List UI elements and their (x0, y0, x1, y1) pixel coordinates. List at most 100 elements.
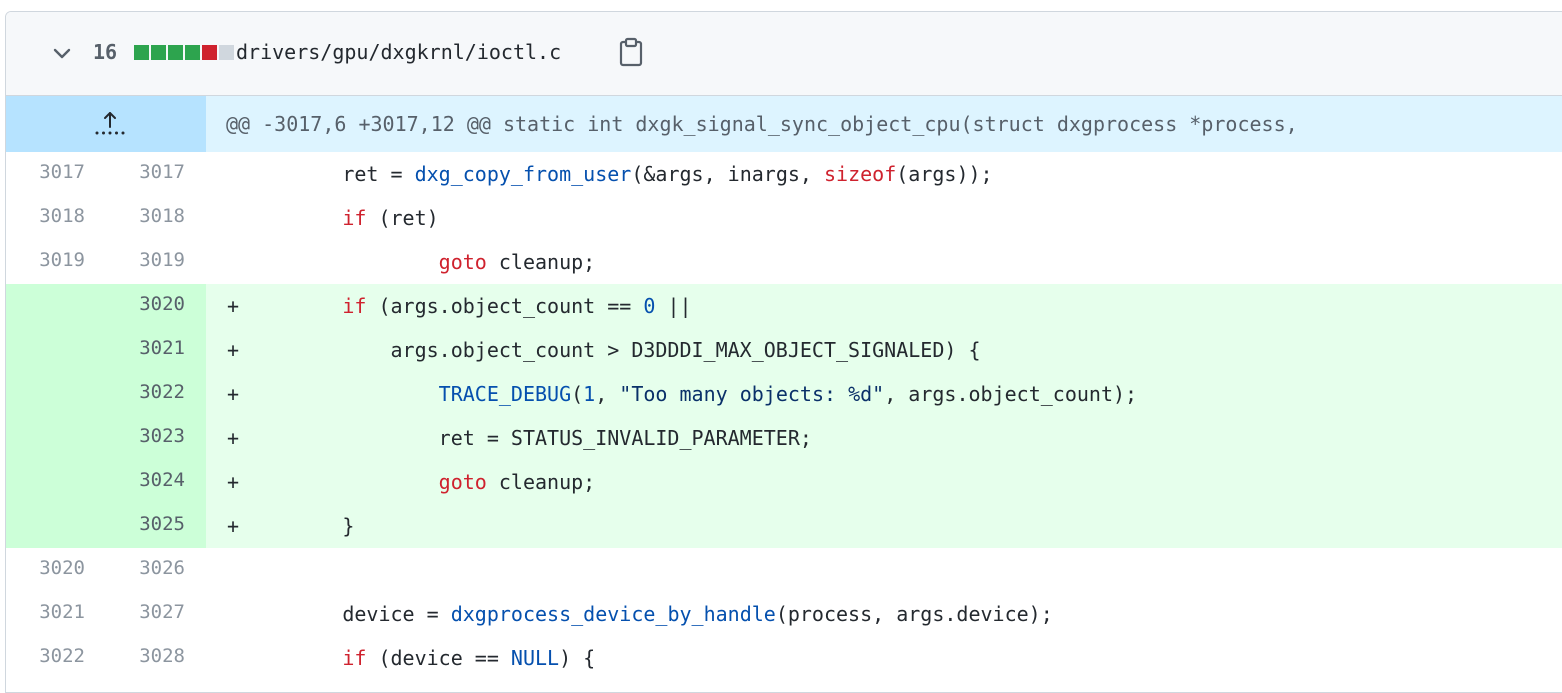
context-line: 3022 3028 if (device == NULL) { (6, 636, 1562, 680)
diffstat-block-add (134, 45, 149, 60)
new-line-number[interactable]: 3024 (106, 460, 206, 504)
diff-marker: + (226, 338, 240, 362)
context-line: 3017 3017 ret = dxg_copy_from_user(&args,… (6, 152, 1562, 196)
code-token: 0 (643, 294, 656, 318)
new-line-number[interactable]: 3026 (106, 548, 206, 592)
old-line-number[interactable]: 3019 (6, 240, 106, 284)
code-content: ret = STATUS_INVALID_PARAMETER; (246, 416, 1562, 460)
old-line-number[interactable] (6, 328, 106, 372)
copy-path-icon[interactable] (616, 36, 646, 68)
code-content: if (device == NULL) { (246, 636, 1562, 680)
code-token: ( (571, 382, 584, 406)
old-line-number[interactable] (6, 416, 106, 460)
code-token: args.object_count > D3DDDI_MAX_OBJECT_SI… (246, 338, 981, 362)
diff-marker: + (226, 294, 240, 318)
code-token: "Too many objects: %d" (619, 382, 885, 406)
added-line: 3020 + if (args.object_count == 0 || (6, 284, 1562, 328)
code-token: dxgprocess_device_by_handle (450, 602, 776, 626)
code-token: } (246, 514, 355, 538)
diffstat-block-add (185, 45, 200, 60)
diff-marker (206, 240, 246, 284)
old-line-number[interactable]: 3017 (6, 152, 106, 196)
new-line-number[interactable]: 3017 (106, 152, 206, 196)
code-token: (args)); (896, 162, 993, 186)
code-token: device = (246, 602, 451, 626)
code-token: 1 (583, 382, 596, 406)
added-line: 3021 + args.object_count > D3DDDI_MAX_OBJ… (6, 328, 1562, 372)
code-token: (device == (366, 646, 511, 670)
code-token: cleanup; (486, 470, 596, 494)
code-token: if (342, 294, 367, 318)
context-line: 3019 3019 goto cleanup; (6, 240, 1562, 284)
code-token: sizeof (823, 162, 897, 186)
code-content: TRACE_DEBUG(1, "Too many objects: %d", a… (246, 372, 1562, 416)
added-line: 3023 + ret = STATUS_INVALID_PARAMETER; (6, 416, 1562, 460)
code-token: if (342, 646, 367, 670)
file-header: 16 drivers/gpu/dxgkrnl/ioctl.c (6, 12, 1562, 96)
code-token: ret = STATUS_INVALID_PARAMETER; (246, 426, 812, 450)
collapse-chevron-icon[interactable] (50, 42, 74, 66)
added-line: 3024 + goto cleanup; (6, 460, 1562, 504)
added-line: 3025 + } (6, 504, 1562, 548)
diffstat-block-add (151, 45, 166, 60)
diffstat-block-add (168, 45, 183, 60)
change-count: 16 (93, 40, 118, 64)
context-line: 3020 3026 (6, 548, 1562, 592)
code-token: || (655, 294, 692, 318)
code-token: ) { (559, 646, 596, 670)
code-content: if (args.object_count == 0 || (246, 284, 1562, 328)
new-line-number[interactable]: 3020 (106, 284, 206, 328)
new-line-number[interactable]: 3028 (106, 636, 206, 680)
hunk-header: @@ -3017,6 +3017,12 @@ static int dxgk_s… (226, 112, 1298, 136)
code-lines: 3017 3017 ret = dxg_copy_from_user(&args,… (6, 152, 1562, 680)
code-content: ret = dxg_copy_from_user(&args, inargs, … (246, 152, 1562, 196)
diff-marker: + (226, 382, 240, 406)
context-line: 3021 3027 device = dxgprocess_device_by_h… (6, 592, 1562, 636)
code-content: goto cleanup; (246, 460, 1562, 504)
diff-marker (206, 636, 246, 680)
old-line-number[interactable]: 3022 (6, 636, 106, 680)
code-token: cleanup; (486, 250, 596, 274)
old-line-number[interactable] (6, 460, 106, 504)
code-token: goto (438, 250, 487, 274)
old-line-number[interactable] (6, 284, 106, 328)
new-line-number[interactable]: 3027 (106, 592, 206, 636)
code-token: (ret) (366, 206, 439, 230)
code-token: , (595, 382, 620, 406)
diff-marker (206, 548, 246, 592)
file-path[interactable]: drivers/gpu/dxgkrnl/ioctl.c (236, 40, 561, 64)
old-line-number[interactable] (6, 372, 106, 416)
context-line: 3018 3018 if (ret) (6, 196, 1562, 240)
new-line-number[interactable]: 3021 (106, 328, 206, 372)
code-token: , args.object_count); (884, 382, 1138, 406)
code-content: device = dxgprocess_device_by_handle(pro… (246, 592, 1562, 636)
diffstat-block-del (202, 45, 217, 60)
code-content: goto cleanup; (246, 240, 1562, 284)
diff-marker (206, 592, 246, 636)
diff-marker: + (226, 426, 240, 450)
code-token: NULL (510, 646, 560, 670)
old-line-number[interactable]: 3018 (6, 196, 106, 240)
expand-up-icon[interactable] (6, 96, 206, 152)
old-line-number[interactable]: 3021 (6, 592, 106, 636)
new-line-number[interactable]: 3022 (106, 372, 206, 416)
code-token: (&args, inargs, (631, 162, 824, 186)
diffstat-block-neutral (219, 45, 234, 60)
new-line-number[interactable]: 3018 (106, 196, 206, 240)
old-line-number[interactable] (6, 504, 106, 548)
diffstat (134, 45, 234, 60)
new-line-number[interactable]: 3023 (106, 416, 206, 460)
new-line-number[interactable]: 3025 (106, 504, 206, 548)
old-line-number[interactable]: 3020 (6, 548, 106, 592)
hunk-header-row: @@ -3017,6 +3017,12 @@ static int dxgk_s… (6, 96, 1562, 152)
new-line-number[interactable]: 3019 (106, 240, 206, 284)
code-token: if (342, 206, 367, 230)
diff-marker: + (226, 514, 240, 538)
diff-marker (206, 152, 246, 196)
